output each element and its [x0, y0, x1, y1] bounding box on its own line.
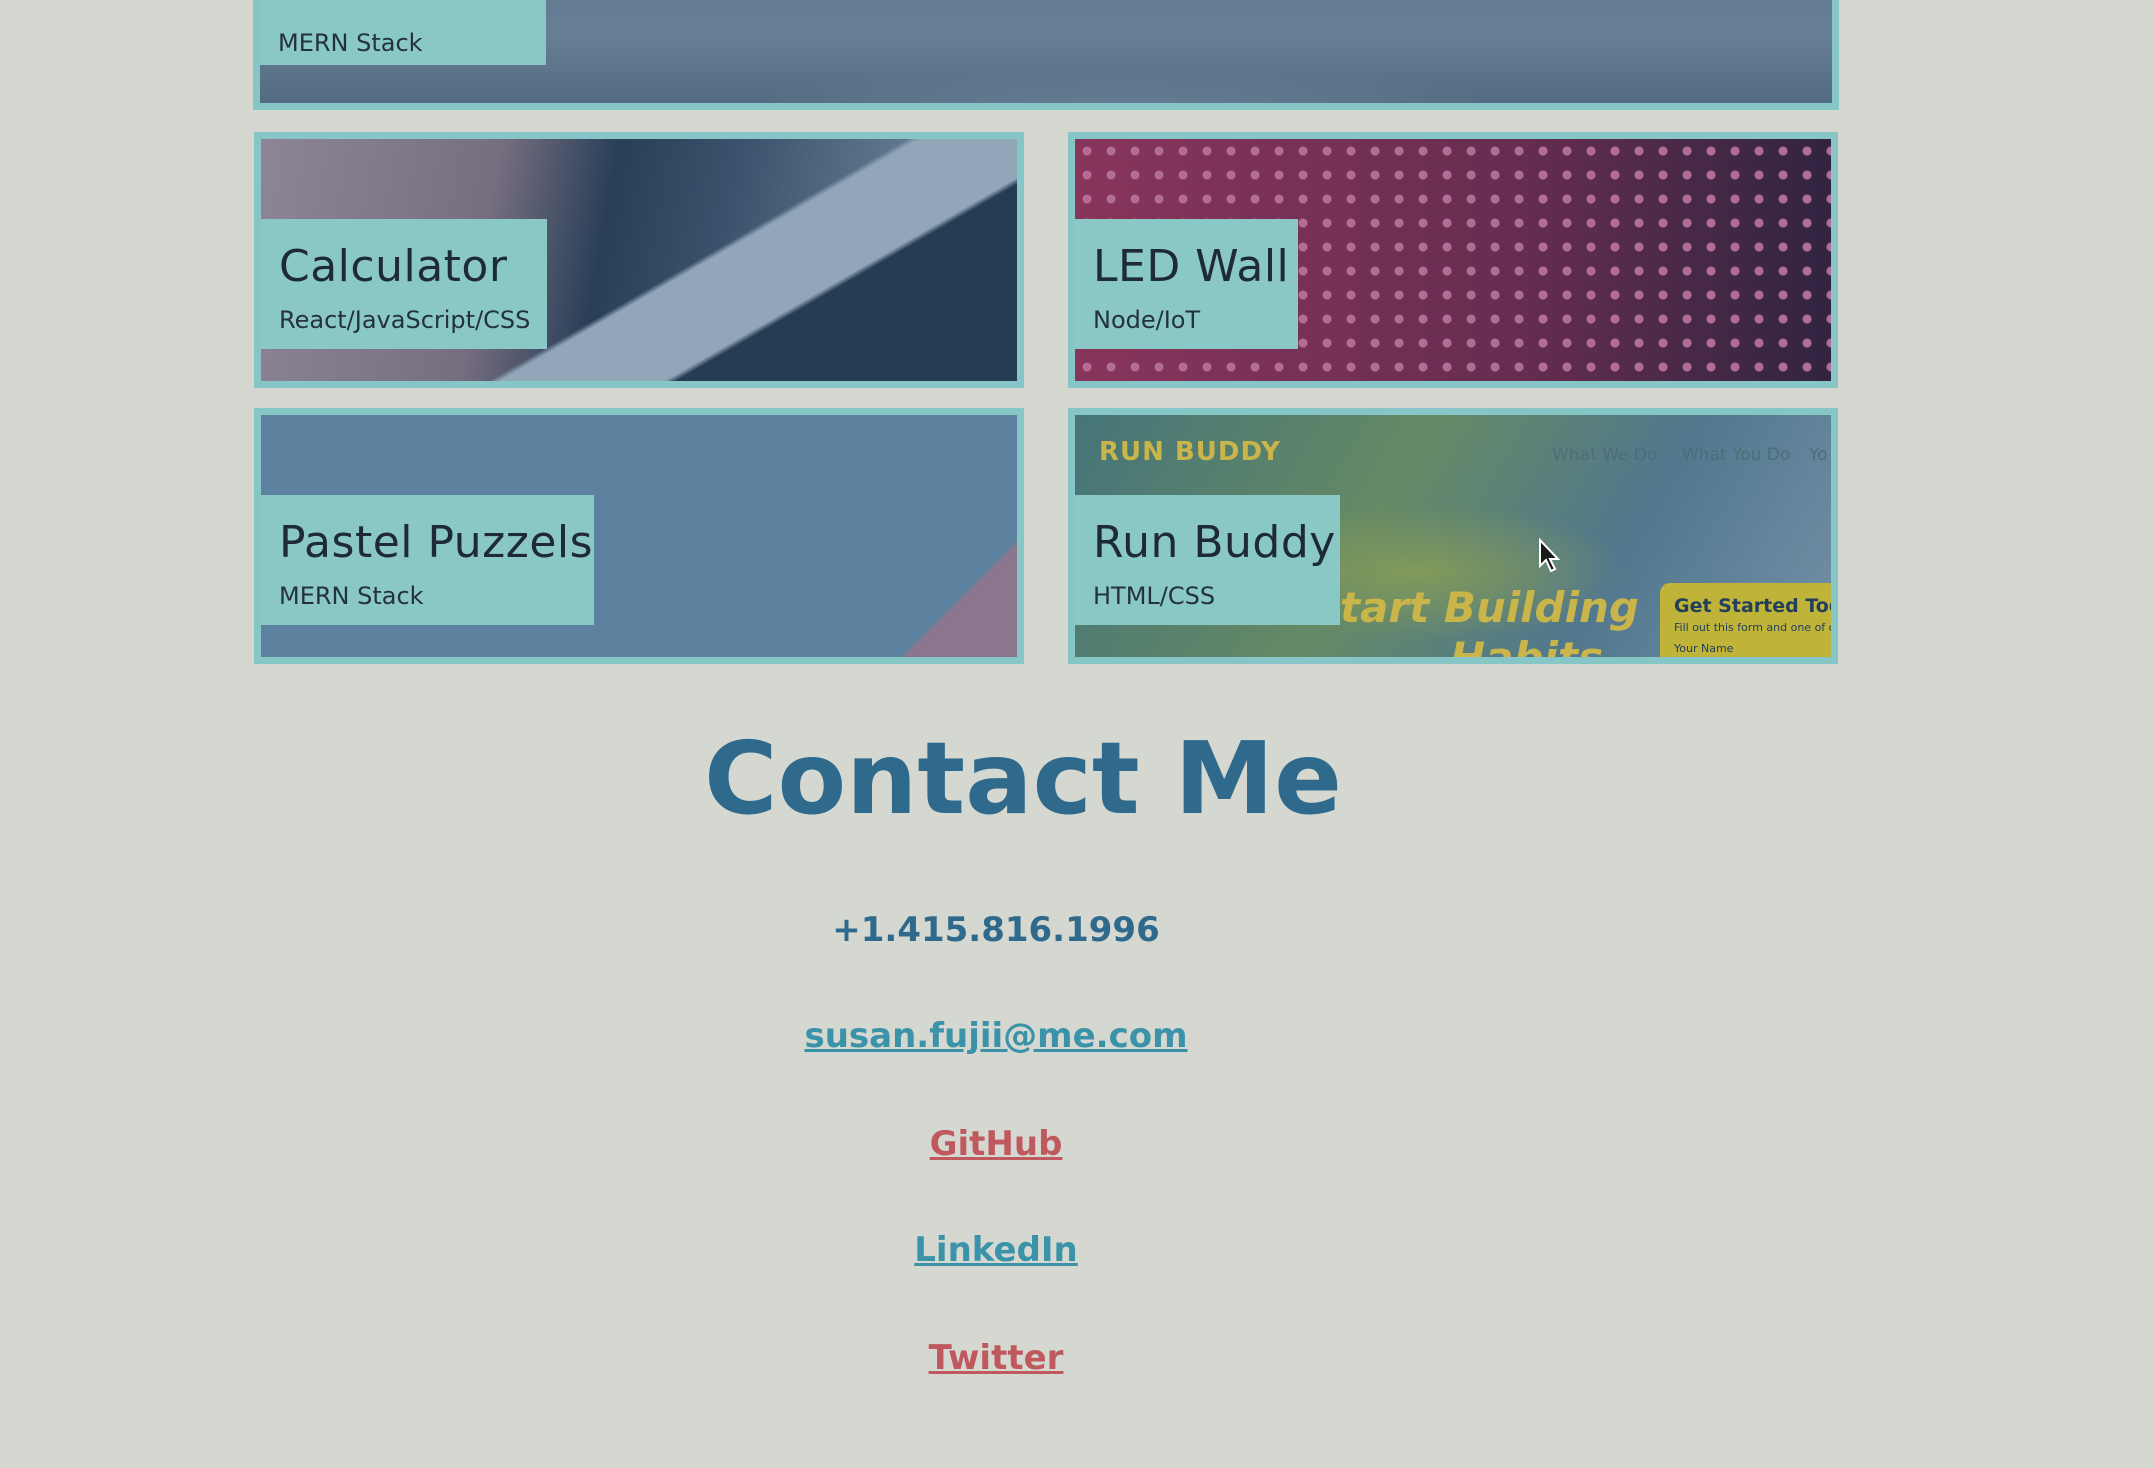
preview-nav-item: What You Do	[1682, 445, 1791, 465]
mouse-cursor-icon	[1539, 538, 1561, 573]
preview-nav-item: What We Do	[1552, 445, 1658, 465]
twitter-link[interactable]: Twitter	[929, 1338, 1064, 1378]
project-label: LED Wall Node/IoT	[1075, 219, 1298, 349]
project-subtitle: HTML/CSS	[1093, 582, 1216, 610]
preview-hero: tart Building Habits	[1340, 583, 1639, 664]
preview-brand: RUN BUDDY	[1099, 437, 1281, 467]
preview-form-subtitle: Fill out this form and one of o	[1674, 621, 1836, 634]
email-item: susan.fujii@me.com	[0, 1016, 1992, 1056]
project-card-pastel-puzzels[interactable]: Pastel Puzzels MERN Stack	[254, 408, 1024, 664]
phone-number: +1.415.816.1996	[832, 910, 1160, 950]
project-card-run-buddy[interactable]: RUN BUDDY What We Do What You Do Yo tart…	[1068, 408, 1838, 664]
project-card-top[interactable]: MERN Stack	[253, 0, 1839, 110]
project-title: Calculator	[279, 241, 508, 292]
project-subtitle: Node/IoT	[1093, 306, 1201, 334]
project-card-calculator[interactable]: Calculator React/JavaScript/CSS	[254, 132, 1024, 388]
project-card-led-wall[interactable]: LED Wall Node/IoT	[1068, 132, 1838, 388]
project-label: Run Buddy HTML/CSS	[1075, 495, 1340, 625]
preview-hero-line: Habits	[1450, 633, 1604, 664]
project-subtitle: React/JavaScript/CSS	[279, 306, 531, 334]
linkedin-item: LinkedIn	[0, 1230, 1992, 1270]
preview-form-field: Your Name	[1674, 642, 1734, 655]
project-subtitle: MERN Stack	[279, 582, 424, 610]
email-link[interactable]: susan.fujii@me.com	[804, 1016, 1187, 1056]
preview-form-title: Get Started Today	[1674, 595, 1831, 617]
preview-form: Get Started Today Fill out this form and…	[1660, 583, 1836, 657]
preview-hero-line: tart Building	[1340, 583, 1639, 632]
project-title: Pastel Puzzels	[279, 517, 594, 568]
contact-title: Contact Me	[704, 720, 1342, 837]
github-item: GitHub	[0, 1124, 1992, 1164]
project-title: LED Wall	[1093, 241, 1290, 292]
project-label: Calculator React/JavaScript/CSS	[261, 219, 547, 349]
project-title: Run Buddy	[1093, 517, 1336, 568]
project-label: MERN Stack	[260, 0, 546, 65]
project-label: Pastel Puzzels MERN Stack	[261, 495, 594, 625]
twitter-item: Twitter	[0, 1338, 1992, 1378]
project-subtitle: MERN Stack	[278, 29, 423, 57]
preview-nav-item: Yo	[1809, 445, 1828, 465]
github-link[interactable]: GitHub	[930, 1124, 1063, 1164]
linkedin-link[interactable]: LinkedIn	[914, 1230, 1077, 1270]
